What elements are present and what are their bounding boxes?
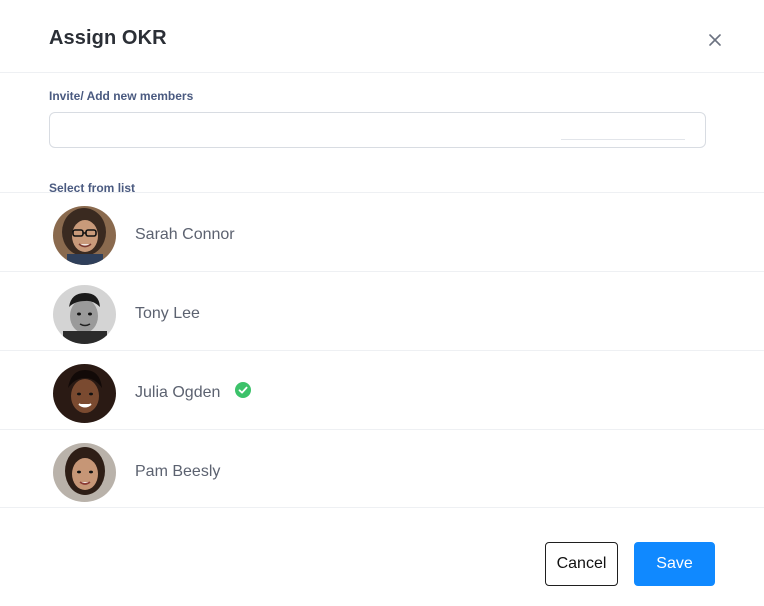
save-button[interactable]: Save (634, 542, 715, 586)
dialog-title: Assign OKR (49, 27, 167, 49)
close-icon[interactable] (704, 29, 726, 51)
member-name: Julia Ogden (135, 384, 221, 401)
member-list: Sarah Connor Tony Lee Julia Ogden Pam Be… (0, 192, 764, 508)
invite-input[interactable] (49, 112, 706, 148)
avatar (53, 443, 116, 502)
member-row-julia-ogden[interactable]: Julia Ogden (0, 350, 764, 429)
avatar (53, 206, 116, 265)
input-divider (561, 139, 685, 140)
invite-label: Invite/ Add new members (49, 89, 194, 103)
member-row-sarah-connor[interactable]: Sarah Connor (0, 192, 764, 271)
cancel-button[interactable]: Cancel (545, 542, 618, 586)
assign-okr-dialog: Assign OKR Invite/ Add new members Selec… (0, 0, 764, 606)
check-circle-icon (235, 382, 251, 398)
member-row-tony-lee[interactable]: Tony Lee (0, 271, 764, 350)
member-name: Sarah Connor (135, 226, 235, 243)
member-name: Tony Lee (135, 305, 200, 322)
dialog-header: Assign OKR (0, 0, 764, 73)
avatar (53, 285, 116, 344)
member-name: Pam Beesly (135, 463, 221, 480)
member-row-pam-beesly[interactable]: Pam Beesly (0, 429, 764, 508)
avatar (53, 364, 116, 423)
